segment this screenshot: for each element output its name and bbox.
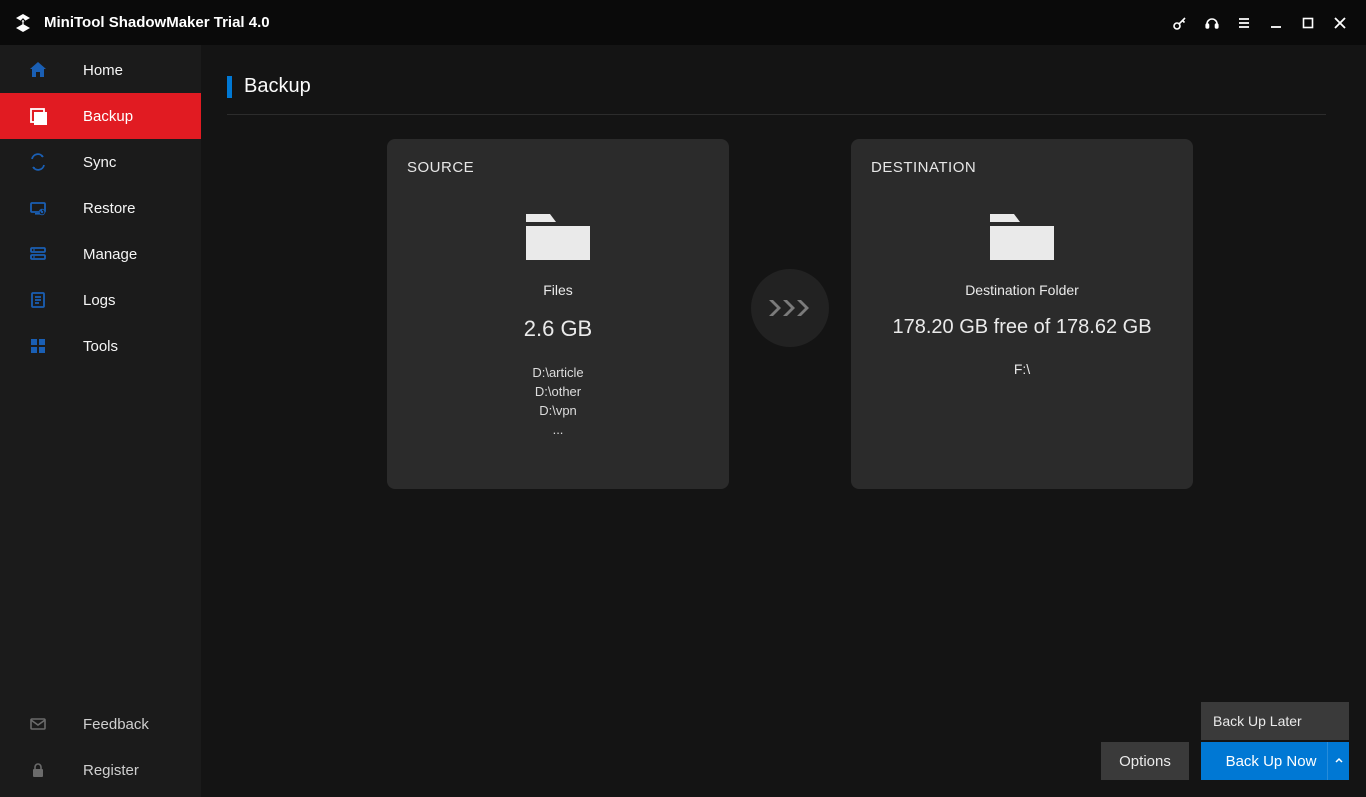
source-paths: D:\article D:\other D:\vpn ... [407,364,709,439]
sidebar-item-backup[interactable]: Backup [0,93,201,139]
sidebar-item-manage[interactable]: Manage [0,231,201,277]
backup-icon [27,105,49,127]
logs-icon [27,289,49,311]
chevron-down-icon [1335,757,1343,765]
lock-icon [27,759,49,781]
sidebar-item-sync[interactable]: Sync [0,139,201,185]
sync-icon [27,151,49,173]
app-window: MiniTool ShadowMaker Trial 4.0 [0,0,1366,797]
sidebar-item-restore[interactable]: Restore [0,185,201,231]
source-size: 2.6 GB [407,316,709,342]
destination-type: Destination Folder [871,282,1173,298]
feedback-icon [27,713,49,735]
sidebar-item-tools[interactable]: Tools [0,323,201,369]
source-card[interactable]: SOURCE Files 2.6 GB D:\article D:\other … [387,139,729,489]
source-type: Files [407,282,709,298]
sidebar-item-home[interactable]: Home [0,47,201,93]
sidebar: Home Backup Sync Restore [0,45,201,797]
sidebar-item-feedback[interactable]: Feedback [0,701,201,747]
sidebar-item-label: Manage [83,246,137,263]
sidebar-item-register[interactable]: Register [0,747,201,793]
manage-icon [27,243,49,265]
folder-icon [986,204,1058,264]
sidebar-item-label: Register [83,762,139,779]
source-label: SOURCE [407,159,709,176]
home-icon [27,59,49,81]
sidebar-item-logs[interactable]: Logs [0,277,201,323]
backup-now-dropdown[interactable] [1327,742,1349,780]
maximize-button[interactable] [1292,7,1324,39]
arrow-icon [751,269,829,347]
body: Home Backup Sync Restore [0,45,1366,797]
destination-path: F:\ [871,361,1173,377]
app-logo-icon [12,12,34,34]
destination-free: 178.20 GB free of 178.62 GB [871,316,1173,339]
backup-later-label: Back Up Later [1213,713,1302,729]
sidebar-item-label: Tools [83,338,118,355]
sidebar-item-label: Feedback [83,716,149,733]
restore-icon [27,197,49,219]
backup-later-menu-item[interactable]: Back Up Later [1201,702,1349,740]
source-path: ... [407,421,709,440]
action-bar: Options Back Up Now [1101,742,1349,780]
page-header: Backup [227,75,1326,115]
app-title: MiniTool ShadowMaker Trial 4.0 [44,14,270,31]
header-marker [227,76,232,98]
sidebar-item-label: Logs [83,292,116,309]
destination-label: DESTINATION [871,159,1173,176]
folder-icon [522,204,594,264]
page-title: Backup [244,75,311,98]
options-label: Options [1119,753,1171,770]
minimize-button[interactable] [1260,7,1292,39]
sidebar-item-label: Backup [83,108,133,125]
close-button[interactable] [1324,7,1356,39]
titlebar: MiniTool ShadowMaker Trial 4.0 [0,0,1366,45]
destination-card[interactable]: DESTINATION Destination Folder 178.20 GB… [851,139,1193,489]
headset-icon[interactable] [1196,7,1228,39]
menu-icon[interactable] [1228,7,1260,39]
sidebar-item-label: Sync [83,154,116,171]
source-path: D:\other [407,383,709,402]
source-path: D:\article [407,364,709,383]
tools-icon [27,335,49,357]
cards-row: SOURCE Files 2.6 GB D:\article D:\other … [227,115,1326,489]
sidebar-item-label: Home [83,62,123,79]
sidebar-item-label: Restore [83,200,136,217]
backup-now-button[interactable]: Back Up Now [1201,742,1349,780]
key-icon[interactable] [1164,7,1196,39]
backup-now-label: Back Up Now [1226,753,1325,770]
options-button[interactable]: Options [1101,742,1189,780]
source-path: D:\vpn [407,402,709,421]
main-area: Backup SOURCE Files 2.6 GB D:\articl [201,45,1366,797]
